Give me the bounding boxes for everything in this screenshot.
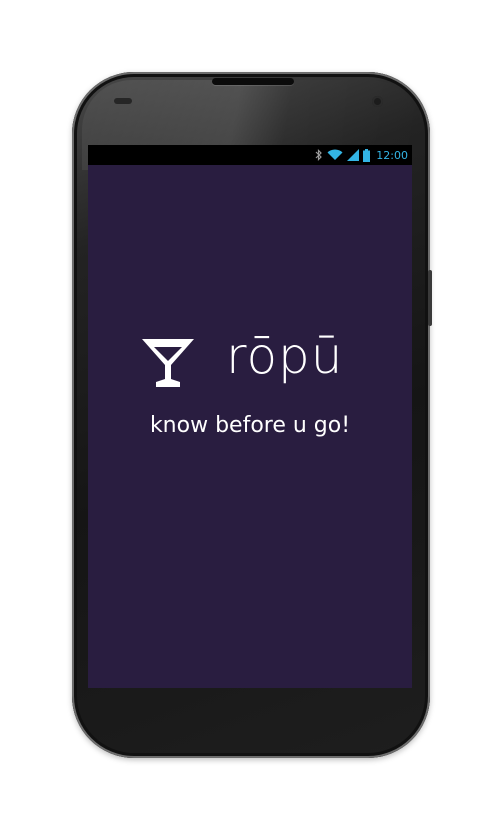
status-bar: 12:00 <box>88 145 412 165</box>
tagline: know before u go! <box>149 413 351 438</box>
splash-screen[interactable]: 12:00 rōpū know before u go! <box>88 145 412 688</box>
front-camera-icon <box>372 96 383 107</box>
status-time: 12:00 <box>376 148 408 162</box>
status-icons: 12:00 <box>315 145 408 165</box>
earpiece-speaker <box>212 78 294 85</box>
proximity-sensor <box>114 98 132 104</box>
battery-icon <box>363 148 371 162</box>
wifi-icon <box>327 149 343 160</box>
app-name: rōpū <box>226 327 344 385</box>
power-button[interactable] <box>428 270 432 326</box>
bluetooth-icon <box>315 149 323 161</box>
logo-row: rōpū <box>88 327 412 393</box>
signal-icon <box>347 149 360 161</box>
cocktail-glass-icon <box>142 339 194 387</box>
device-mockup: 12:00 rōpū know before u go! <box>0 0 500 834</box>
